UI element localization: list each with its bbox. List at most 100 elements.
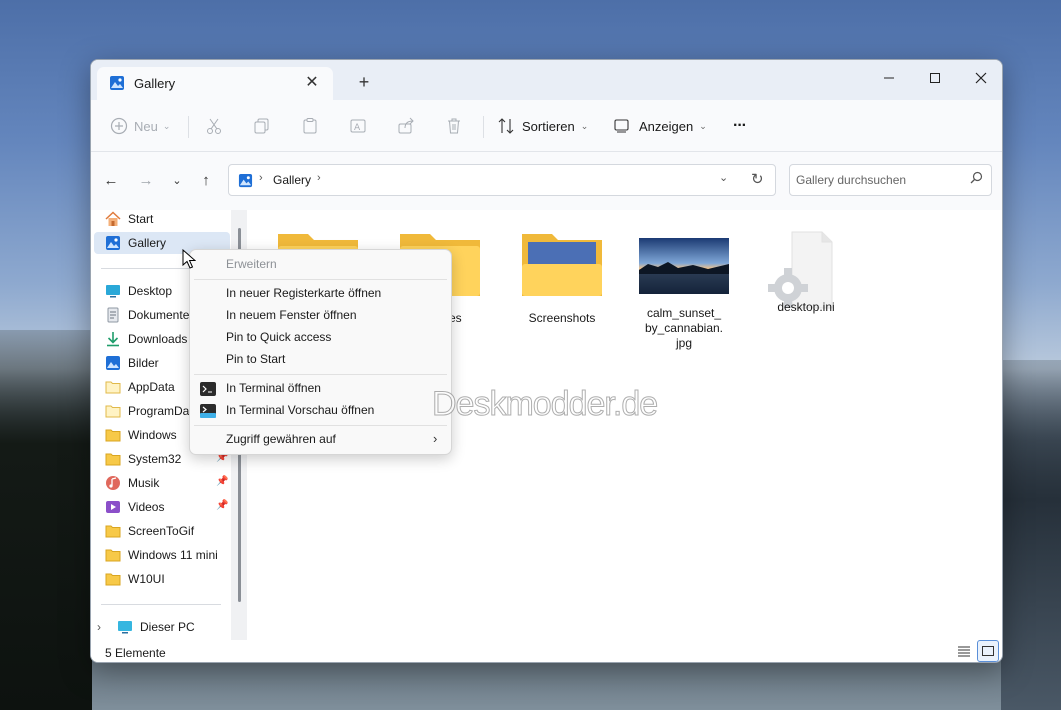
sidebar-item-label: System32 xyxy=(128,452,182,466)
view-button[interactable]: Anzeigen ⌄ xyxy=(613,114,707,138)
paste-icon[interactable] xyxy=(301,114,319,138)
menu-item-expand[interactable]: Erweitern xyxy=(190,253,451,275)
chevron-down-icon: ⌄ xyxy=(580,120,589,131)
sidebar-item-label: ScreenToGif xyxy=(128,524,195,538)
back-icon[interactable]: ← xyxy=(98,168,124,192)
status-bar: 5 Elemente xyxy=(91,640,1002,662)
address-history-icon[interactable]: ⌄ xyxy=(719,171,728,184)
tab-title: Gallery xyxy=(134,76,176,91)
menu-item-pin-start[interactable]: Pin to Start xyxy=(190,348,451,370)
sidebar-item-screentogif[interactable]: ScreenToGif xyxy=(105,520,239,542)
rename-icon[interactable]: A xyxy=(349,114,367,138)
up-icon[interactable]: ↑ xyxy=(193,168,219,192)
svg-text:A: A xyxy=(354,123,361,133)
search-placeholder: Gallery durchsuchen xyxy=(796,173,907,187)
sidebar-item-windows11mini[interactable]: Windows 11 mini xyxy=(105,544,239,566)
address-bar[interactable]: › Gallery › ⌄ ↻ xyxy=(228,164,776,196)
image-thumbnail xyxy=(639,238,729,294)
folder-icon xyxy=(105,573,121,586)
menu-item-pin-quick-access[interactable]: Pin to Quick access xyxy=(190,326,451,348)
sidebar-item-label: W10UI xyxy=(128,572,165,586)
sort-label: Sortieren xyxy=(522,118,575,134)
forward-icon[interactable]: → xyxy=(133,168,159,192)
watermark: Deskmodder.de xyxy=(431,385,658,424)
sidebar-item-label: AppData xyxy=(128,380,175,394)
pin-icon[interactable]: 📌 xyxy=(216,500,228,511)
chevron-right-icon: › xyxy=(433,431,438,446)
cut-icon[interactable] xyxy=(205,114,223,138)
download-icon xyxy=(107,332,119,347)
menu-divider xyxy=(194,425,447,426)
toolbar-divider xyxy=(483,116,484,138)
item-count: 5 Elemente xyxy=(105,646,166,660)
new-label: Neu xyxy=(134,118,158,134)
gallery-icon xyxy=(238,173,253,188)
breadcrumb-gallery[interactable]: Gallery xyxy=(273,173,311,187)
mouse-cursor-icon xyxy=(182,249,196,269)
file-name: Screenshots xyxy=(528,311,596,325)
share-icon[interactable] xyxy=(397,114,415,138)
gallery-icon xyxy=(110,76,124,90)
more-options-icon[interactable]: ··· xyxy=(733,114,747,138)
recent-locations-icon[interactable]: ⌄ xyxy=(164,168,190,192)
plus-circle-icon xyxy=(110,117,128,135)
wallpaper-trees-right xyxy=(1001,360,1061,710)
folder-icon xyxy=(105,381,121,394)
computer-icon xyxy=(118,621,132,634)
search-icon xyxy=(970,171,983,187)
file-item[interactable]: calm_sunset_by_cannabian.jpg xyxy=(629,226,739,351)
new-button[interactable]: Neu ⌄ xyxy=(110,114,170,138)
menu-item-give-access[interactable]: Zugriff gewähren auf xyxy=(190,428,451,450)
chevron-right-icon: › xyxy=(259,172,263,184)
close-window-icon[interactable] xyxy=(958,64,1002,92)
sidebar-item-label: Videos xyxy=(128,500,165,514)
view-icon xyxy=(614,119,629,133)
menu-divider xyxy=(194,374,447,375)
new-tab-icon[interactable]: + xyxy=(353,71,375,93)
video-icon xyxy=(106,501,120,513)
folder-icon xyxy=(105,453,121,466)
sidebar-item-label: Start xyxy=(128,212,154,226)
close-tab-icon[interactable]: ✕ xyxy=(301,72,323,94)
tab-gallery[interactable]: Gallery ✕ xyxy=(97,67,333,100)
gallery-icon xyxy=(106,236,120,250)
folder-icon xyxy=(105,429,121,442)
chevron-down-icon: ⌄ xyxy=(699,120,707,131)
menu-item-open-terminal[interactable]: In Terminal öffnen xyxy=(190,377,451,399)
file-item[interactable]: Screenshots xyxy=(507,226,617,326)
sidebar-item-w10ui[interactable]: W10UI xyxy=(105,568,239,590)
sidebar-item-label: Windows xyxy=(128,428,177,442)
delete-icon[interactable] xyxy=(445,114,463,138)
sidebar-item-label: Musik xyxy=(128,476,160,490)
menu-item-open-new-tab[interactable]: In neuer Registerkarte öffnen xyxy=(190,282,451,304)
sidebar-item-start[interactable]: Start xyxy=(105,208,239,230)
menu-divider xyxy=(194,279,447,280)
folder-icon xyxy=(105,405,121,418)
sidebar-item-label: Windows 11 mini xyxy=(128,548,218,562)
menu-item-open-terminal-preview[interactable]: In Terminal Vorschau öffnen xyxy=(190,399,451,421)
search-input[interactable]: Gallery durchsuchen xyxy=(789,164,992,196)
expand-chevron-icon[interactable]: › xyxy=(97,620,101,634)
sidebar-item-label: Bilder xyxy=(128,356,159,370)
title-bar: Gallery ✕ + xyxy=(91,60,1002,100)
refresh-icon[interactable]: ↻ xyxy=(751,170,764,188)
folder-icon xyxy=(105,549,121,562)
home-icon xyxy=(105,211,121,226)
copy-icon[interactable] xyxy=(253,114,271,138)
sort-button[interactable]: Sortieren ⌄ xyxy=(497,114,588,138)
document-icon xyxy=(107,307,119,323)
maximize-icon[interactable] xyxy=(912,64,958,92)
sidebar-item-label: Gallery xyxy=(128,236,167,250)
file-name: calm_sunset_by_cannabian.jpg xyxy=(644,306,724,350)
minimize-icon[interactable] xyxy=(866,64,912,92)
tiles-view-icon[interactable] xyxy=(977,640,999,662)
details-view-icon[interactable] xyxy=(957,644,971,661)
view-label: Anzeigen xyxy=(639,118,694,134)
sidebar-item-label: Dieser PC xyxy=(140,620,195,634)
wallpaper-trees-left xyxy=(0,330,92,710)
menu-item-open-new-window[interactable]: In neuem Fenster öffnen xyxy=(190,304,451,326)
sidebar-item-this-pc[interactable]: Dieser PC xyxy=(117,616,231,638)
file-item[interactable]: desktop.ini xyxy=(751,226,861,315)
pin-icon[interactable]: 📌 xyxy=(216,476,228,487)
sidebar-item-label: Downloads xyxy=(128,332,188,346)
